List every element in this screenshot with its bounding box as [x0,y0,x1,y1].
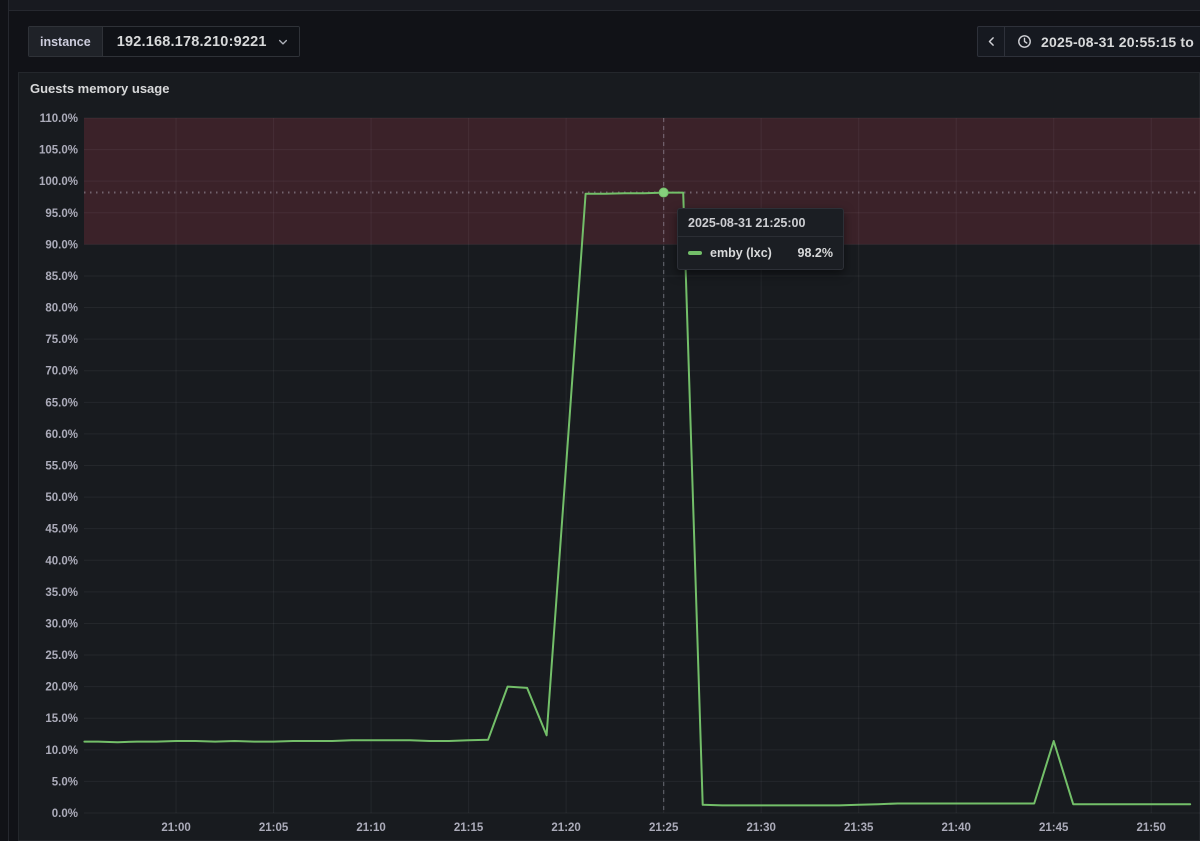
y-axis-tick-label: 25.0% [45,650,78,662]
y-axis-tick-label: 70.0% [45,366,78,378]
hover-point-marker [659,188,668,197]
series-line [84,193,1190,806]
x-axis-tick-label: 21:45 [1039,822,1069,834]
chart-tooltip: 2025-08-31 21:25:00 emby (lxc) 98.2% [677,208,844,270]
x-axis-tick-label: 21:05 [259,822,289,834]
y-axis-tick-label: 0.0% [52,808,78,820]
y-axis-tick-label: 55.0% [45,461,78,473]
tooltip-series-value: 98.2% [798,246,833,260]
x-axis-tick-label: 21:50 [1137,822,1166,834]
series-color-swatch [688,251,702,255]
tooltip-series-name: emby (lxc) [710,246,790,260]
y-axis-tick-label: 75.0% [45,334,78,346]
y-axis-tick-label: 85.0% [45,271,78,283]
x-axis-tick-label: 21:40 [941,822,970,834]
y-axis-tick-label: 60.0% [45,429,78,441]
y-axis-tick-label: 50.0% [45,492,78,504]
tooltip-series-row: emby (lxc) 98.2% [678,237,843,269]
tooltip-timestamp: 2025-08-31 21:25:00 [678,209,843,237]
y-axis-tick-label: 45.0% [45,524,78,536]
x-axis-tick-label: 21:20 [551,822,580,834]
y-axis-tick-label: 110.0% [40,113,78,125]
y-axis-tick-label: 65.0% [45,397,78,409]
y-axis-tick-label: 15.0% [45,713,78,725]
x-axis-tick-label: 21:25 [649,822,679,834]
x-axis-tick-label: 21:15 [454,822,484,834]
y-axis-tick-label: 20.0% [45,682,78,694]
y-axis-tick-label: 90.0% [45,239,78,251]
x-axis-tick-label: 21:00 [161,822,190,834]
y-axis-tick-label: 35.0% [45,587,78,599]
x-axis-tick-label: 21:35 [844,822,874,834]
y-axis-tick-label: 95.0% [45,208,78,220]
y-axis-tick-label: 80.0% [45,303,78,315]
x-axis-tick-label: 21:10 [356,822,385,834]
y-axis-tick-label: 5.0% [52,776,78,788]
memory-usage-chart[interactable]: 0.0% 5.0% 10.0% 15.0% 20.0% 25.0% 30.0% 35.0% 40… [0,0,1200,841]
y-axis-tick-label: 30.0% [45,618,78,630]
y-axis-tick-label: 105.0% [39,145,78,157]
y-axis-tick-label: 10.0% [45,745,78,757]
x-axis-tick-label: 21:30 [746,822,775,834]
y-axis-tick-label: 100.0% [39,176,78,188]
y-axis-tick-label: 40.0% [45,555,78,567]
